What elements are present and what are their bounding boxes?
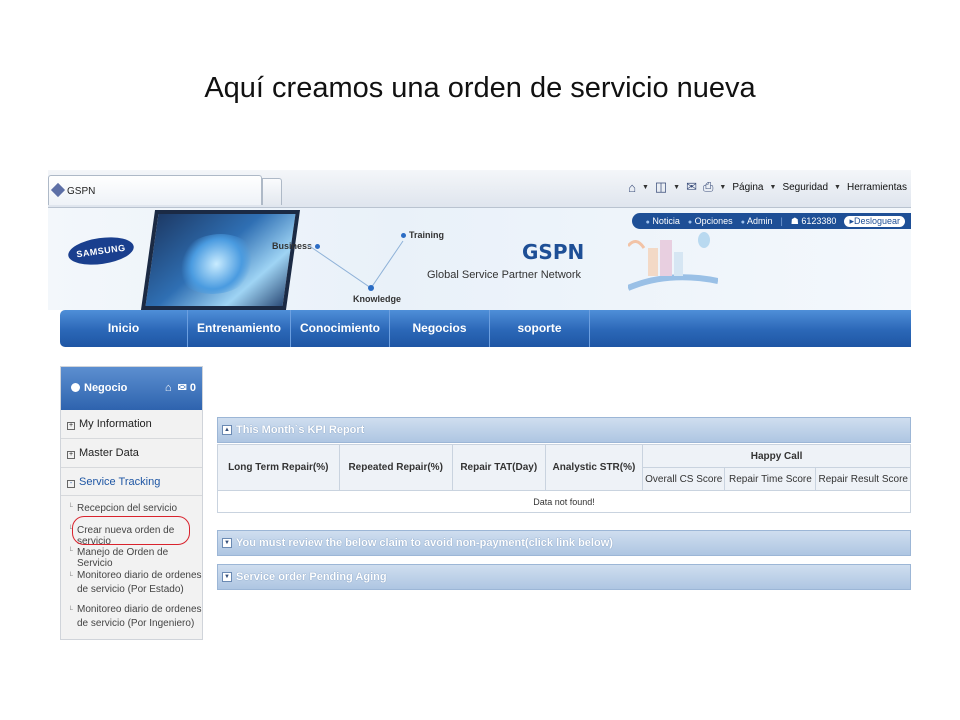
gspn-brand: GSPN bbox=[522, 240, 585, 264]
menu-tools[interactable]: Herramientas bbox=[847, 182, 907, 193]
user-id: 6123380 bbox=[801, 215, 837, 226]
browser-toolbar: ⌂ ▼ ◫ ▼ ✉ ⎙ ▼ Página ▼ Seguridad ▼ Herramient… bbox=[628, 179, 907, 195]
chevron-down-icon[interactable]: ▼ bbox=[834, 184, 841, 191]
gspn-favicon-icon bbox=[50, 182, 66, 198]
col-happy-call: Happy Call bbox=[642, 444, 911, 468]
samsung-logo: SAMSUNG bbox=[66, 233, 136, 269]
divider: | bbox=[780, 216, 783, 226]
col-overall-cs: Overall CS Score bbox=[642, 467, 726, 491]
kpi-table: Long Term Repair(%) Repeated Repair(%) R… bbox=[217, 444, 911, 513]
nav-inicio[interactable]: Inicio bbox=[60, 310, 188, 347]
col-repeated-repair: Repeated Repair(%) bbox=[338, 444, 453, 491]
nav-conocimiento[interactable]: Conocimiento bbox=[291, 310, 390, 347]
link-opciones[interactable]: Opciones bbox=[695, 216, 733, 226]
claim-review-panel[interactable]: ▼ You must review the below claim to avo… bbox=[217, 530, 911, 556]
browser-tab[interactable]: GSPN bbox=[48, 175, 262, 205]
link-noticia[interactable]: Noticia bbox=[652, 216, 680, 226]
home-icon[interactable]: ⌂ bbox=[628, 180, 636, 195]
mail-icon[interactable]: ✉ bbox=[686, 179, 697, 195]
col-repair-time: Repair Time Score bbox=[724, 467, 817, 491]
chevron-down-icon[interactable]: ▼ bbox=[719, 184, 726, 191]
bullet-icon: ● bbox=[687, 219, 693, 226]
menu-page[interactable]: Página bbox=[732, 182, 763, 193]
city-illustration bbox=[628, 232, 718, 291]
new-tab-button[interactable] bbox=[262, 178, 282, 205]
banner-connector-lines bbox=[307, 240, 404, 291]
tab-title: GSPN bbox=[67, 186, 96, 197]
browser-chrome: GSPN ⌂ ▼ ◫ ▼ ✉ ⎙ ▼ Página ▼ Seguridad ▼ Herra… bbox=[48, 170, 911, 208]
chevron-down-icon[interactable]: ▼ bbox=[642, 184, 649, 191]
slide: Aquí creamos una orden de servicio nueva… bbox=[0, 0, 960, 720]
expand-icon[interactable]: ▼ bbox=[222, 538, 232, 548]
mail-icon[interactable]: ✉ bbox=[178, 382, 187, 394]
sidebar-item-master-data[interactable]: + Master Data bbox=[61, 439, 202, 468]
bullet-icon bbox=[71, 383, 80, 392]
collapse-icon[interactable]: - bbox=[67, 480, 75, 488]
col-analystic-str: Analystic STR(%) bbox=[544, 444, 644, 491]
collapse-icon[interactable]: ▲ bbox=[222, 425, 232, 435]
rss-feed-icon[interactable]: ◫ bbox=[655, 179, 667, 195]
col-long-term-repair: Long Term Repair(%) bbox=[217, 444, 340, 491]
nav-entrenamiento[interactable]: Entrenamiento bbox=[188, 310, 291, 347]
logout-button[interactable]: ▸Desloguear bbox=[844, 215, 905, 227]
nav-soporte[interactable]: soporte bbox=[490, 310, 590, 347]
user-icon: ☗ bbox=[790, 215, 799, 226]
subitem-manejo-orden[interactable]: Manejo de Orden de Servicio bbox=[61, 544, 202, 569]
gspn-subtitle: Global Service Partner Network bbox=[427, 269, 582, 281]
expand-icon[interactable]: + bbox=[67, 451, 75, 459]
nav-negocios[interactable]: Negocios bbox=[390, 310, 490, 347]
link-admin[interactable]: Admin bbox=[747, 216, 773, 226]
empty-message: Data not found! bbox=[217, 490, 911, 513]
print-icon[interactable]: ⎙ bbox=[703, 179, 713, 195]
home-icon[interactable]: ⌂ bbox=[165, 382, 172, 394]
sidebar-title: Negocio bbox=[84, 382, 128, 394]
sidebar: Negocio ⌂ ✉ 0 + My Information + Master Da… bbox=[60, 366, 203, 640]
bullet-icon: ● bbox=[645, 219, 650, 226]
menu-security[interactable]: Seguridad bbox=[782, 182, 828, 193]
col-repair-tat: Repair TAT(Day) bbox=[451, 444, 546, 491]
slide-title: Aquí creamos una orden de servicio nueva bbox=[204, 72, 756, 104]
sidebar-item-service-tracking[interactable]: - Service Tracking bbox=[61, 468, 202, 496]
highlight-circle bbox=[72, 516, 190, 545]
subitem-monitoreo-ingeniero[interactable]: Monitoreo diario de ordenes de servicio … bbox=[61, 600, 202, 634]
sidebar-header: Negocio ⌂ ✉ 0 bbox=[61, 367, 202, 410]
chevron-down-icon[interactable]: ▼ bbox=[673, 184, 680, 191]
banner-monitor-image bbox=[140, 210, 301, 310]
pending-aging-panel[interactable]: ▼ Service order Pending Aging bbox=[217, 564, 911, 590]
expand-icon[interactable]: ▼ bbox=[222, 572, 232, 582]
expand-icon[interactable]: + bbox=[67, 422, 75, 430]
main-nav: Inicio Entrenamiento Conocimiento Negoci… bbox=[60, 310, 911, 347]
mail-count: 0 bbox=[189, 382, 196, 394]
site-header: ● Noticia ● Opciones ● Admin | ☗ 6123380… bbox=[48, 208, 911, 310]
kpi-panel-header[interactable]: ▲ This Month`s KPI Report bbox=[217, 417, 911, 443]
browser-screenshot: GSPN ⌂ ▼ ◫ ▼ ✉ ⎙ ▼ Página ▼ Seguridad ▼ Herra… bbox=[48, 170, 911, 640]
subitem-monitoreo-estado[interactable]: Monitoreo diario de ordenes de servicio … bbox=[61, 566, 202, 600]
bullet-icon: ● bbox=[740, 219, 745, 226]
col-repair-result: Repair Result Score bbox=[815, 467, 911, 491]
chevron-down-icon[interactable]: ▼ bbox=[770, 184, 777, 191]
sidebar-item-my-information[interactable]: + My Information bbox=[61, 410, 202, 439]
